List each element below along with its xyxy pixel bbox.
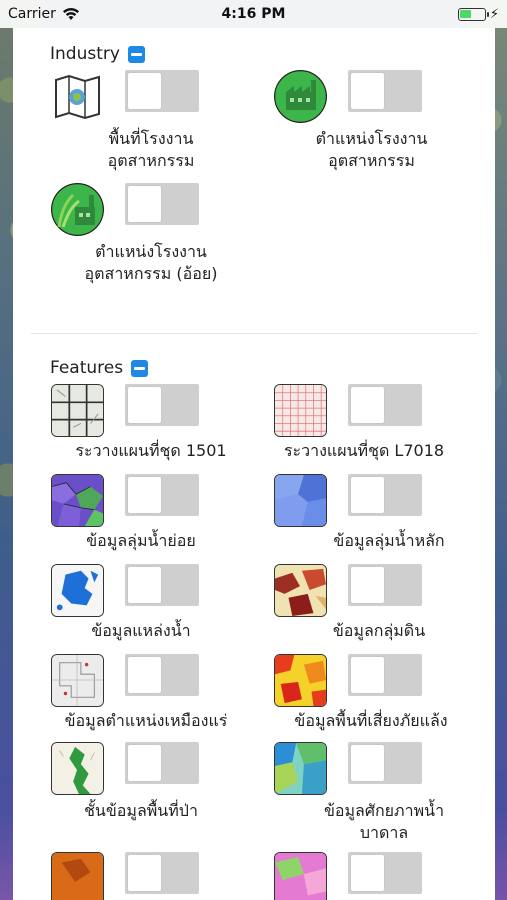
layer-item-forest-area: ชั้นข้อมูลพื้นที่ป่า [51,742,271,832]
toggle-orange-map[interactable] [125,852,199,894]
toggle-pink-map[interactable] [348,852,422,894]
layer-label: พื้นที่โรงงาน อุตสาหกรรม [107,129,195,170]
toggle-water-source[interactable] [125,564,199,606]
battery-icon [457,7,489,21]
toggle-sub-watershed[interactable] [125,474,199,516]
layer-item-orange-map [51,852,271,900]
layer-label: ระวางแผนที่ชุด L7018 [283,441,445,460]
layer-item-map-sheet-1501: ระวางแผนที่ชุด 1501 [51,384,271,464]
layer-item-sub-watershed: ข้อมูลลุ่มน้ำย่อย [51,474,271,554]
layer-label: ข้อมูลลุ่มน้ำหลัก [333,531,445,550]
collapse-features-button[interactable] [131,359,149,377]
section-header-features: Features [50,358,149,378]
layer-item-water-source: ข้อมูลแหล่งน้ำ [51,564,271,644]
section-header-industry: Industry [50,44,145,64]
toggle-forest-area[interactable] [125,742,199,784]
factory-location-icon [274,70,327,123]
factory-area-map-icon [51,70,104,123]
toggle-drought-risk[interactable] [348,654,422,696]
layer-label: ข้อมูลศักยภาพน้ำ บาดาล [323,801,445,842]
layer-label: ตำแหน่งโรงงาน อุตสาหกรรม [315,129,428,170]
sub-watershed-icon [51,474,104,527]
groundwater-potential-icon [274,742,327,795]
carrier-label: Carrier [8,6,56,22]
section-title-features: Features [50,358,124,378]
layer-label: ระวางแผนที่ชุด 1501 [75,441,227,460]
layer-item-soil-group: ข้อมูลกลุ่มดิน [274,564,494,644]
charging-bolt-icon: ⚡ [489,6,499,22]
layer-item-main-watershed: ข้อมูลลุ่มน้ำหลัก [274,474,494,554]
layer-item-pink-map [274,852,494,900]
status-bar: Carrier 4:16 PM ⚡ [0,0,507,28]
toggle-groundwater-potential[interactable] [348,742,422,784]
mine-location-icon [51,654,104,707]
layer-item-map-sheet-l7018: ระวางแผนที่ชุด L7018 [274,384,494,464]
sugarcane-factory-icon [51,183,104,236]
forest-area-icon [51,742,104,795]
layer-label: ข้อมูลตำแหน่งเหมืองแร่ [64,711,228,730]
section-title-industry: Industry [50,44,120,64]
toggle-factory-location[interactable] [348,70,422,112]
status-right: ⚡ [457,6,499,22]
status-left: Carrier [8,6,80,22]
toggle-factory-area[interactable] [125,70,199,112]
main-watershed-icon [274,474,327,527]
section-divider [31,333,477,334]
status-time: 4:16 PM [221,6,286,22]
drought-risk-icon [274,654,327,707]
layer-item-groundwater-potential: ข้อมูลศักยภาพน้ำ บาดาล [274,742,494,852]
wifi-icon [62,7,80,21]
soil-group-icon [274,564,327,617]
layer-item-mine-location: ข้อมูลตำแหน่งเหมืองแร่ [51,654,271,734]
layer-item-factory-area: พื้นที่โรงงาน อุตสาหกรรม [51,70,261,170]
layer-item-sugarcane-factory: ตำแหน่งโรงงาน อุตสาหกรรม (อ้อย) [51,183,261,283]
toggle-map-sheet-1501[interactable] [125,384,199,426]
toggle-map-sheet-l7018[interactable] [348,384,422,426]
water-source-icon [51,564,104,617]
toggle-sugarcane-factory[interactable] [125,183,199,225]
pink-map-icon [274,852,327,900]
toggle-soil-group[interactable] [348,564,422,606]
toggle-mine-location[interactable] [125,654,199,696]
layer-label: ข้อมูลกลุ่มดิน [332,621,426,640]
toggle-main-watershed[interactable] [348,474,422,516]
orange-map-icon [51,852,104,900]
layer-label: ชั้นข้อมูลพื้นที่ป่า [84,801,198,820]
layer-label: ข้อมูลลุ่มน้ำย่อย [86,531,196,550]
map-sheet-1501-icon [51,384,104,437]
layer-label: ตำแหน่งโรงงาน อุตสาหกรรม (อ้อย) [84,242,218,283]
layer-label: ข้อมูลแหล่งน้ำ [91,621,191,640]
map-sheet-l7018-icon [274,384,327,437]
collapse-industry-button[interactable] [127,45,145,63]
layer-item-drought-risk: ข้อมูลพื้นที่เสี่ยงภัยแล้ง [274,654,494,734]
layer-label: ข้อมูลพื้นที่เสี่ยงภัยแล้ง [294,711,448,730]
layer-item-factory-location: ตำแหน่งโรงงาน อุตสาหกรรม [274,70,484,170]
layer-panel[interactable]: Industry พื้นที่โรงงาน อุตสาหกรรม ตำแหน่… [13,28,495,900]
